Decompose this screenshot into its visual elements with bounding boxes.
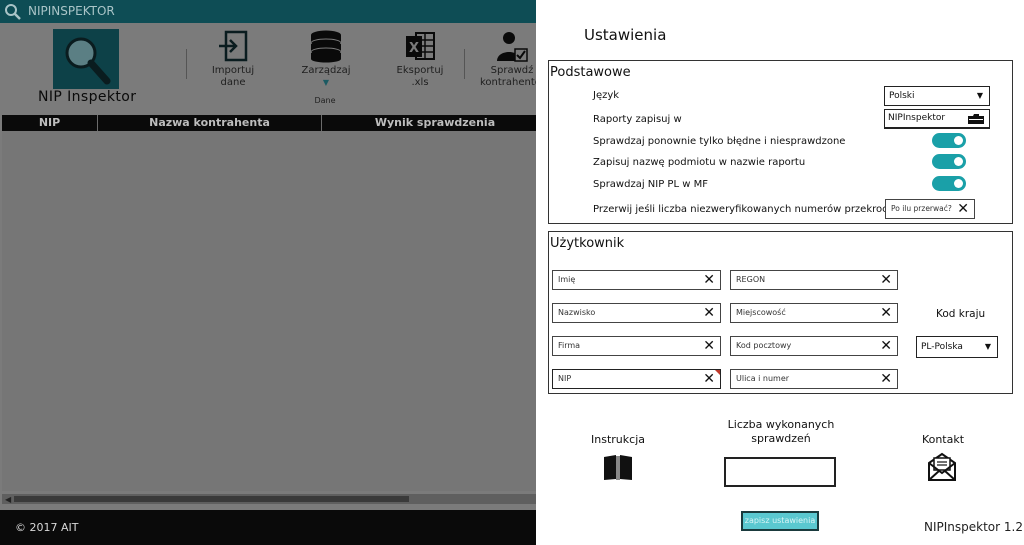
instructions-label: Instrukcja [591, 433, 645, 446]
book-icon[interactable] [602, 452, 634, 486]
check-contractors-button[interactable]: Sprawdź kontrahentów [480, 29, 536, 89]
settings-title: Ustawienia [584, 26, 667, 44]
recheck-toggle[interactable] [932, 133, 966, 148]
country-code-select[interactable]: PL-Polska ▼ [916, 336, 998, 358]
save-name-toggle[interactable] [932, 154, 966, 169]
user-settings-section: Użytkownik Imię ✕ Nazwisko ✕ Firma ✕ NIP… [548, 231, 1013, 394]
clear-icon[interactable]: ✕ [880, 337, 892, 355]
language-value: Polski [889, 91, 915, 101]
manage-button[interactable]: Zarządzaj ▼ [300, 29, 352, 89]
postal-code-field[interactable]: Kod pocztowy ✕ [730, 336, 898, 356]
import-icon [219, 30, 248, 62]
folder-icon[interactable] [967, 113, 985, 132]
street-field[interactable]: Ulica i numer ✕ [730, 369, 898, 389]
language-select[interactable]: Polski ▼ [884, 86, 990, 106]
version-label: NIPInspektor 1.2 [924, 520, 1023, 534]
check-count-label: Liczba wykonanych sprawdzeń [727, 418, 835, 445]
title-bar: NIPINSPEKTOR [0, 0, 536, 23]
city-placeholder: Miejscowość [736, 308, 786, 317]
column-header-nip[interactable]: NIP [2, 115, 98, 131]
ribbon-divider [186, 49, 187, 79]
logo [53, 29, 119, 89]
clear-icon[interactable]: ✕ [880, 304, 892, 322]
import-label: Importuj dane [211, 65, 255, 88]
ribbon: NIP Inspektor Importuj dane Zarządzaj ▼ [0, 23, 536, 111]
import-button[interactable]: Importuj dane [208, 29, 258, 89]
nip-placeholder: NIP [558, 374, 572, 383]
clear-icon[interactable]: ✕ [880, 370, 892, 388]
ribbon-divider [464, 49, 465, 79]
results-grid[interactable] [2, 131, 536, 491]
abort-label: Przerwij jeśli liczba niezweryfikowanych… [593, 204, 899, 215]
svg-text:X: X [409, 41, 419, 56]
check-mf-label: Sprawdzaj NIP PL w MF [593, 179, 708, 190]
mail-icon[interactable] [926, 452, 958, 486]
clear-icon[interactable]: ✕ [880, 271, 892, 289]
postal-code-placeholder: Kod pocztowy [736, 341, 792, 350]
regon-placeholder: REGON [736, 275, 766, 284]
database-icon [310, 30, 342, 63]
city-field[interactable]: Miejscowość ✕ [730, 303, 898, 323]
magnifier-icon [65, 37, 111, 85]
reports-folder-field[interactable]: NIPInspektor [884, 109, 990, 129]
first-name-field[interactable]: Imię ✕ [552, 270, 721, 290]
country-code-label: Kod kraju [936, 308, 986, 320]
app-title: NIPINSPEKTOR [28, 4, 115, 18]
user-check-icon [497, 32, 528, 62]
clear-icon[interactable]: ✕ [703, 304, 715, 322]
save-settings-button[interactable]: zapisz ustawienia [741, 511, 819, 531]
last-name-placeholder: Nazwisko [558, 308, 596, 317]
clear-icon[interactable]: ✕ [703, 337, 715, 355]
copyright: © 2017 AIT [15, 521, 79, 534]
section-title-basic: Podstawowe [550, 65, 631, 80]
ribbon-group-label: Dane [314, 96, 336, 105]
recheck-label: Sprawdzaj ponownie tylko błędne i niespr… [593, 136, 846, 147]
clear-icon[interactable]: ✕ [703, 271, 715, 289]
language-label: Język [593, 90, 620, 101]
contact-label: Kontakt [921, 433, 965, 446]
export-label: Eksportuj .xls [396, 65, 444, 88]
abort-threshold-input[interactable]: Po ilu przerwać? ✕ [885, 199, 975, 219]
first-name-placeholder: Imię [558, 275, 576, 284]
export-button[interactable]: X Eksportuj .xls [388, 29, 452, 89]
reports-folder-value: NIPInspektor [888, 113, 946, 123]
check-count-display [724, 457, 836, 487]
basic-settings-section: Podstawowe Język Polski ▼ Raporty zapisu… [548, 60, 1013, 224]
validation-error-marker [715, 370, 720, 375]
horizontal-scrollbar[interactable]: ◀ [2, 494, 536, 504]
main-window: NIPINSPEKTOR NIP Inspektor Importuj dane [0, 0, 536, 545]
reports-label: Raporty zapisuj w [593, 114, 682, 125]
chevron-down-icon: ▼ [322, 78, 330, 87]
street-placeholder: Ulica i numer [736, 374, 790, 383]
column-header-result[interactable]: Wynik sprawdzenia [322, 115, 536, 131]
last-name-field[interactable]: Nazwisko ✕ [552, 303, 721, 323]
check-mf-toggle[interactable] [932, 176, 966, 191]
check-contractors-label: Sprawdź kontrahentów [480, 65, 536, 88]
column-header-name[interactable]: Nazwa kontrahenta [98, 115, 322, 131]
logo-text: NIP Inspektor [38, 89, 137, 105]
save-name-label: Zapisuj nazwę podmiotu w nazwie raportu [593, 157, 806, 168]
section-title-user: Użytkownik [550, 236, 625, 251]
company-field[interactable]: Firma ✕ [552, 336, 721, 356]
country-code-value: PL-Polska [921, 342, 963, 352]
nip-field[interactable]: NIP ✕ [552, 369, 721, 389]
scroll-left-icon[interactable]: ◀ [5, 495, 11, 504]
grid-header: NIP Nazwa kontrahenta Wynik sprawdzenia [2, 115, 536, 131]
manage-label: Zarządzaj [301, 65, 351, 76]
excel-icon: X [406, 32, 435, 60]
abort-threshold-placeholder: Po ilu przerwać? [891, 204, 952, 213]
status-bar: © 2017 AIT [0, 510, 536, 545]
regon-field[interactable]: REGON ✕ [730, 270, 898, 290]
scrollbar-thumb[interactable] [14, 496, 409, 502]
chevron-down-icon: ▼ [976, 91, 983, 100]
company-placeholder: Firma [558, 341, 581, 350]
settings-panel: Ustawienia Podstawowe Język Polski ▼ Rap… [536, 0, 1024, 545]
clear-icon[interactable]: ✕ [703, 370, 715, 388]
chevron-down-icon: ▼ [984, 342, 991, 351]
clear-icon[interactable]: ✕ [957, 200, 969, 218]
